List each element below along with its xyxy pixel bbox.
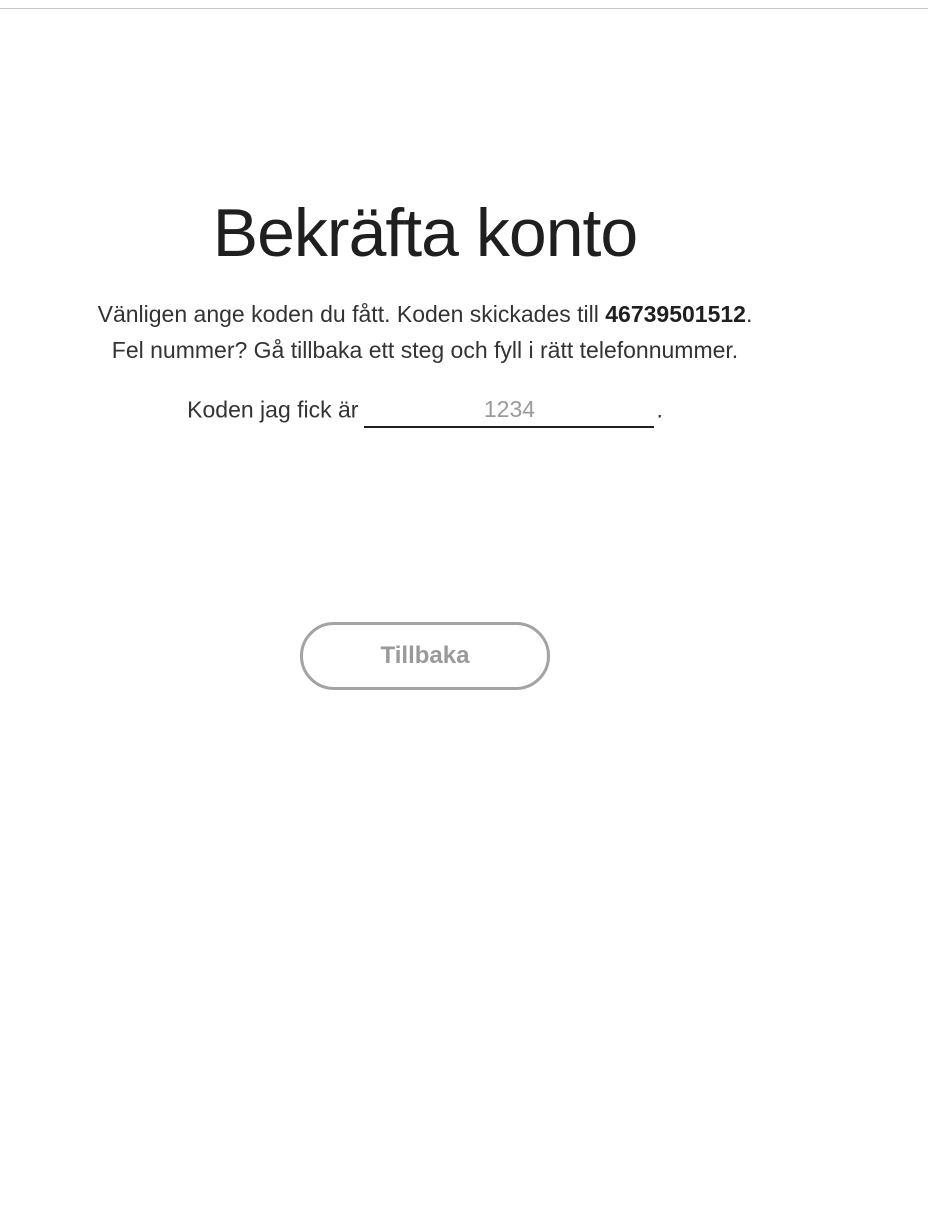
code-input[interactable] [364, 392, 655, 428]
back-button[interactable]: Tillbaka [300, 622, 550, 690]
page-title: Bekräfta konto [212, 195, 638, 271]
instruction-text: Vänligen ange koden du fått. Koden skick… [97, 301, 606, 327]
instructions: Vänligen ange koden du fått. Koden skick… [0, 296, 850, 368]
code-entry-row: Koden jag fick är. [0, 392, 850, 428]
top-divider [0, 8, 928, 9]
phone-number: 46739501512 [605, 301, 746, 327]
instruction-line-1: Vänligen ange koden du fått. Koden skick… [0, 296, 850, 332]
instruction-line-2: Fel nummer? Gå tillbaka ett steg och fyl… [111, 337, 739, 363]
code-suffix: . [656, 396, 663, 423]
instruction-period: . [745, 301, 753, 327]
code-label: Koden jag fick är [187, 396, 359, 423]
